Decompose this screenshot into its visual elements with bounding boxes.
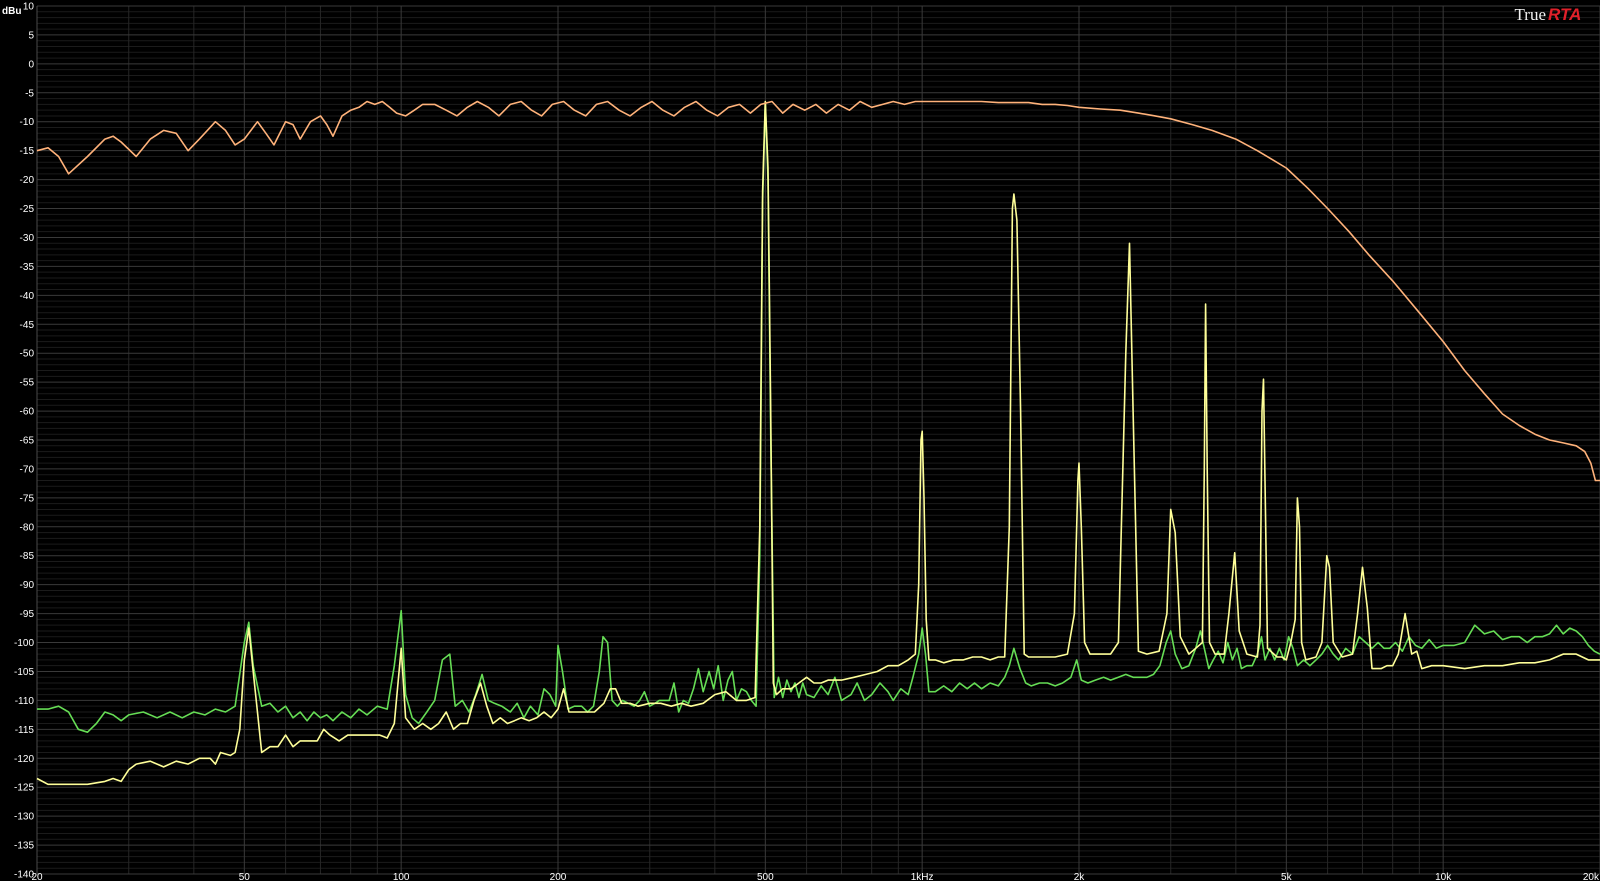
y-tick-label: -30 xyxy=(20,233,35,244)
x-tick-label: 100 xyxy=(393,872,410,881)
y-tick-label: -130 xyxy=(14,812,34,823)
truerta-logo: True RTA xyxy=(1515,5,1582,24)
x-tick-label: 10k xyxy=(1435,872,1452,881)
y-tick-label: -55 xyxy=(20,378,35,389)
y-axis-unit-label: dBu xyxy=(2,6,21,17)
y-tick-label: -120 xyxy=(14,754,34,765)
y-tick-label: -105 xyxy=(14,667,34,678)
y-tick-label: 10 xyxy=(23,2,35,13)
x-tick-label: 50 xyxy=(239,872,251,881)
y-tick-label: -60 xyxy=(20,407,35,418)
y-tick-label: 5 xyxy=(28,30,34,41)
y-tick-label: -10 xyxy=(20,117,35,128)
y-tick-label: -5 xyxy=(25,88,34,99)
y-tick-label: 0 xyxy=(28,59,34,70)
y-tick-label: -50 xyxy=(20,349,35,360)
x-tick-label: 500 xyxy=(757,872,774,881)
y-tick-label: -95 xyxy=(20,609,35,620)
y-tick-label: -25 xyxy=(20,204,35,215)
x-tick-label: 1kHz xyxy=(911,872,934,881)
x-tick-label: 200 xyxy=(550,872,567,881)
y-tick-label: -85 xyxy=(20,551,35,562)
y-tick-label: -75 xyxy=(20,493,35,504)
logo-text-rta: RTA xyxy=(1548,5,1581,24)
y-tick-label: -90 xyxy=(20,580,35,591)
x-tick-label: 5k xyxy=(1281,872,1293,881)
y-tick-label: -35 xyxy=(20,262,35,273)
y-tick-label: -100 xyxy=(14,638,34,649)
y-tick-label: -80 xyxy=(20,522,35,533)
y-tick-label: -15 xyxy=(20,146,35,157)
y-tick-label: -45 xyxy=(20,320,35,331)
y-tick-label: -110 xyxy=(15,696,35,707)
y-tick-label: -40 xyxy=(20,291,35,302)
logo-text-true: True xyxy=(1515,5,1547,24)
y-tick-label: -135 xyxy=(14,841,34,852)
y-tick-label: -125 xyxy=(14,783,34,794)
y-tick-label: -20 xyxy=(20,175,35,186)
y-tick-label: -65 xyxy=(20,436,35,447)
x-tick-label: 20 xyxy=(31,872,43,881)
rta-spectrum-chart: 1050-5-10-15-20-25-30-35-40-45-50-55-60-… xyxy=(0,0,1600,881)
y-tick-label: -70 xyxy=(20,464,35,475)
x-tick-label: 2k xyxy=(1074,872,1086,881)
x-tick-label: 20k xyxy=(1583,872,1600,881)
y-tick-label: -115 xyxy=(15,725,35,736)
